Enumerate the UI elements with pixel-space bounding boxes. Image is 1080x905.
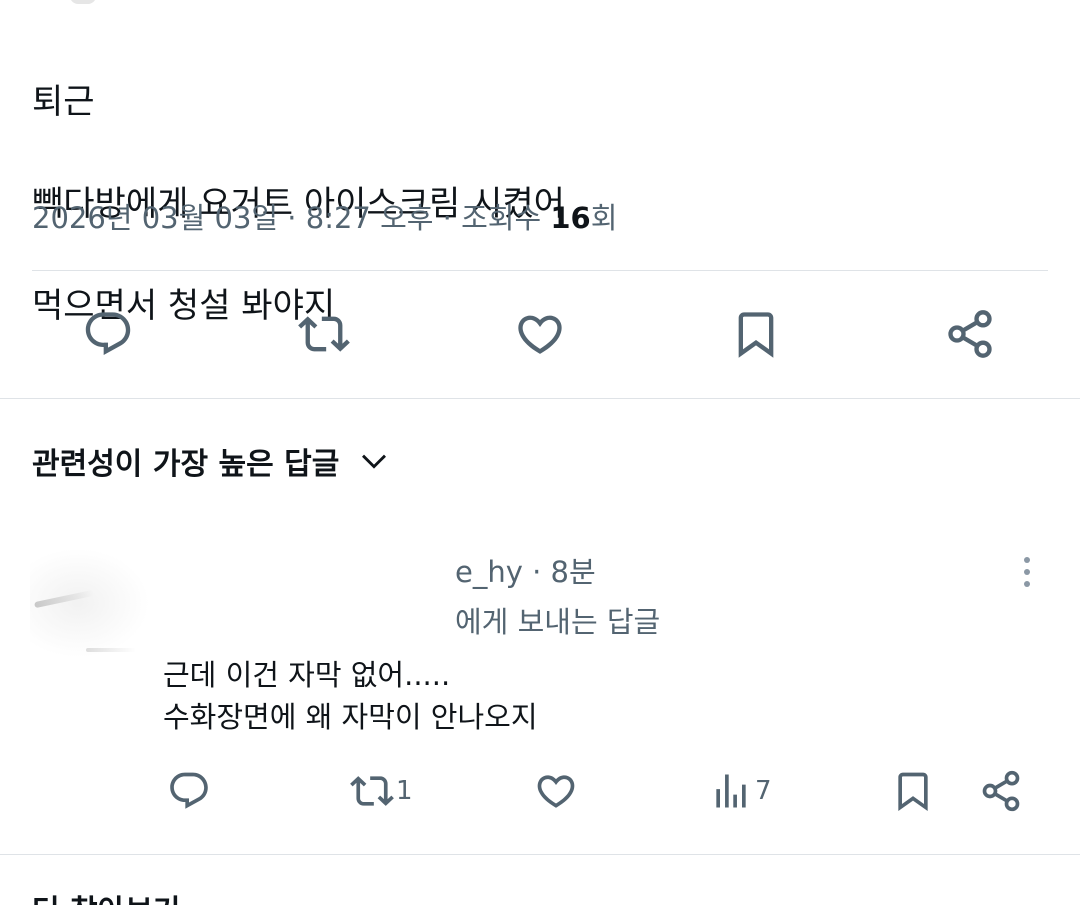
bookmark-icon <box>898 772 928 812</box>
more-dot <box>1024 569 1030 575</box>
tweet-timestamp: 2026년 03월 03일 · 8:27 오후 · 조회수 <box>32 201 551 235</box>
like-icon <box>518 315 562 354</box>
reply-line: 근데 이건 자막 없어..... <box>163 658 451 692</box>
divider <box>32 270 1048 271</box>
divider <box>0 398 1080 399</box>
previous-avatar-edge <box>70 0 96 4</box>
tweet-line: 퇴근 <box>32 82 95 122</box>
replies-sort-dropdown[interactable]: 관련성이 가장 높은 답글 <box>32 438 391 484</box>
like-icon <box>537 775 575 808</box>
next-section-label: 더 찾아보기 <box>32 892 180 905</box>
reply-reply-button[interactable] <box>167 766 211 816</box>
next-section-heading: 더 찾아보기 <box>32 892 180 905</box>
reply-button[interactable] <box>78 306 138 362</box>
retweet-count: 1 <box>396 776 413 806</box>
more-options-button[interactable] <box>1010 552 1044 592</box>
reply-views-button[interactable]: 7 <box>709 766 772 816</box>
avatar-image <box>86 648 136 652</box>
analytics-icon <box>716 774 746 808</box>
reply-action-bar: 1 7 <box>0 766 1080 816</box>
divider <box>0 854 1080 855</box>
avatar-image <box>34 589 94 609</box>
reply-icon <box>85 312 131 356</box>
share-button[interactable] <box>940 306 1000 362</box>
tweet-meta: 2026년 03월 03일 · 8:27 오후 · 조회수 16회 <box>32 196 617 240</box>
bookmark-icon <box>738 312 774 358</box>
like-button[interactable] <box>510 306 570 362</box>
more-dot <box>1024 557 1030 563</box>
reply-icon <box>170 772 208 809</box>
reply-time: · 8분 <box>522 555 596 589</box>
reply-line: 수화장면에 왜 자막이 안나오지 <box>163 700 538 734</box>
retweet-button[interactable] <box>294 306 354 362</box>
tweet-action-bar <box>0 306 1080 362</box>
share-icon <box>948 310 992 358</box>
retweet-icon <box>350 776 394 806</box>
reply-handle[interactable]: e_hy <box>455 555 523 589</box>
more-dot <box>1024 581 1030 587</box>
chevron-down-icon <box>362 454 387 469</box>
bookmark-button[interactable] <box>726 306 786 362</box>
views-count: 7 <box>755 776 772 806</box>
reply-header: e_hy · 8분 <box>455 550 596 594</box>
replies-sort-label: 관련성이 가장 높은 답글 <box>32 447 340 482</box>
avatar[interactable] <box>30 548 150 658</box>
retweet-icon <box>298 316 350 352</box>
reply-bookmark-button[interactable] <box>891 766 935 816</box>
views-count[interactable]: 16 <box>550 201 590 235</box>
replying-to: 에게 보내는 답글 <box>455 605 661 639</box>
reply-like-button[interactable] <box>534 766 578 816</box>
share-icon <box>982 770 1020 812</box>
reply-share-button[interactable] <box>979 766 1023 816</box>
views-suffix: 회 <box>590 201 618 235</box>
reply-text: 근데 이건 자막 없어..... 수화장면에 왜 자막이 안나오지 <box>163 654 538 738</box>
reply-retweet-button[interactable]: 1 <box>350 766 413 816</box>
